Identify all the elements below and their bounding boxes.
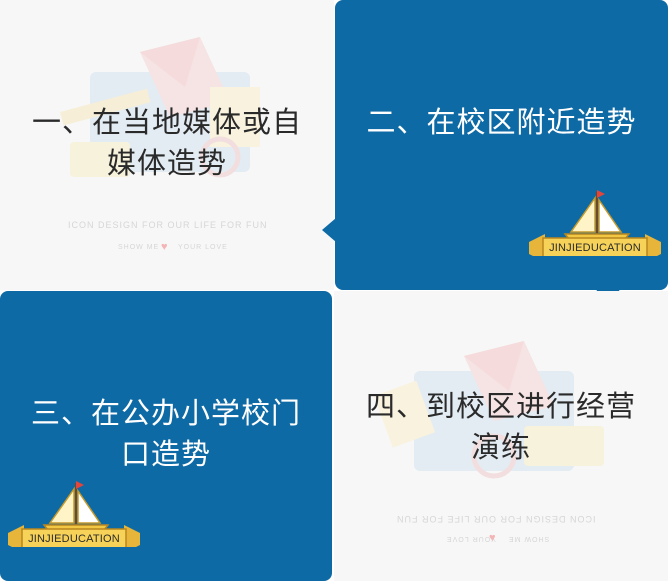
panel-4: 四、到校区进行经营 演练 ICON DESIGN FOR OUR LIFE FO… (334, 291, 668, 581)
panel-2: 二、在校区附近造势 JINJIEDUCATION (335, 0, 668, 290)
brand-badge-2: JINJIEDUCATION (4, 477, 144, 553)
panel-4-line-1: 四、到校区进行经营 (365, 389, 636, 423)
brand-badge: JINJIEDUCATION (525, 186, 665, 262)
heart-icon: ♥ (161, 241, 169, 253)
panel-1: 一、在当地媒体或自 媒体造势 ICON DESIGN FOR OUR LIFE … (0, 0, 334, 290)
watermark-show-me: SHOW ME (118, 244, 160, 251)
panel-2-pointer-left (322, 218, 336, 242)
panel-3-line-1: 三、在公办小学校门 (30, 396, 301, 430)
panel-3-pointer-right (308, 504, 322, 528)
panel-3-line-2: 口造势 (120, 437, 211, 471)
badge-label-2: JINJIEDUCATION (28, 533, 120, 545)
badge-label: JINJIEDUCATION (549, 242, 641, 254)
heart-icon-2: ♥ (489, 532, 497, 544)
watermark-show-me-2: SHOW ME (508, 535, 550, 542)
watermark-your-love: YOUR LOVE (178, 244, 228, 251)
panel-4-line-2: 演练 (470, 430, 531, 464)
panel-2-line-1: 二、在校区附近造势 (366, 105, 637, 139)
watermark-tagline: ICON DESIGN FOR OUR LIFE FOR FUN (68, 220, 268, 230)
panel-3: 三、在公办小学校门 口造势 JINJIEDUCATION (0, 291, 332, 581)
panel-1-line-1: 一、在当地媒体或自 (31, 105, 302, 139)
watermark-tagline-2: ICON DESIGN FOR OUR LIFE FOR FUN (396, 514, 596, 524)
panel-1-line-2: 媒体造势 (106, 146, 227, 180)
